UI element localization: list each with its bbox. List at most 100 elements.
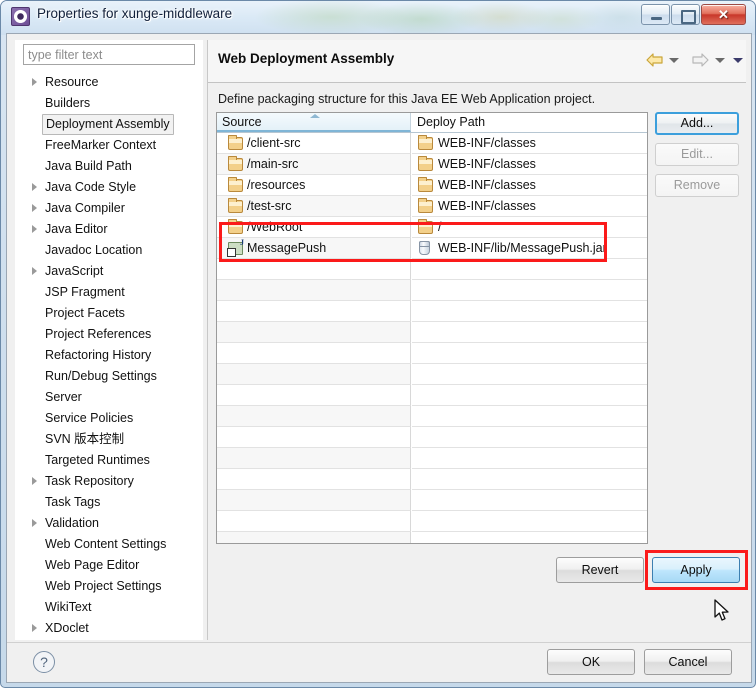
cell-source <box>217 427 411 448</box>
filter-box[interactable] <box>23 44 195 65</box>
table-row-empty[interactable] <box>217 490 647 511</box>
sidebar-item-project-references[interactable]: Project References <box>15 324 203 345</box>
assembly-table[interactable]: Source Deploy Path /client-src WEB-INF/cl… <box>216 112 648 544</box>
expand-chevron-right-icon[interactable] <box>31 198 41 219</box>
view-menu-chevron-down-icon[interactable] <box>732 52 743 68</box>
expand-chevron-right-icon[interactable] <box>31 219 41 240</box>
ok-button[interactable]: OK <box>547 649 635 675</box>
cell-source-label: /main-src <box>247 157 299 171</box>
sidebar-item-java-editor[interactable]: Java Editor <box>15 219 203 240</box>
help-button[interactable]: ? <box>33 651 55 673</box>
table-row[interactable]: /main-src WEB-INF/classes <box>217 154 647 175</box>
sidebar-item-service-policies[interactable]: Service Policies <box>15 408 203 429</box>
sidebar-item-task-tags[interactable]: Task Tags <box>15 492 203 513</box>
expand-chevron-right-icon[interactable] <box>31 618 41 637</box>
sidebar-item-web-project-settings[interactable]: Web Project Settings <box>15 576 203 597</box>
table-row-empty[interactable] <box>217 448 647 469</box>
sidebar-item-label: Refactoring History <box>45 348 152 362</box>
table-row-empty[interactable] <box>217 532 647 543</box>
sidebar-item-java-compiler[interactable]: Java Compiler <box>15 198 203 219</box>
table-row-empty[interactable] <box>217 322 647 343</box>
sidebar-item-javadoc-location[interactable]: Javadoc Location <box>15 240 203 261</box>
sidebar-item-targeted-runtimes[interactable]: Targeted Runtimes <box>15 450 203 471</box>
expand-chevron-right-icon[interactable] <box>31 177 41 198</box>
cell-source <box>217 385 411 406</box>
remove-button: Remove <box>655 174 739 197</box>
settings-tree-list[interactable]: Resource Builders Deployment Assembly FreeM… <box>15 72 203 637</box>
sidebar-item-freemarker-context[interactable]: FreeMarker Context <box>15 135 203 156</box>
maximize-icon <box>672 5 699 24</box>
folder-icon <box>228 198 243 213</box>
search-input[interactable] <box>24 45 194 64</box>
table-row[interactable]: /resources WEB-INF/classes <box>217 175 647 196</box>
sidebar-item-svn-版本控制[interactable]: SVN 版本控制 <box>15 429 203 450</box>
sidebar-item-refactoring-history[interactable]: Refactoring History <box>15 345 203 366</box>
sidebar-item-task-repository[interactable]: Task Repository <box>15 471 203 492</box>
forward-dropdown-chevron-down-icon[interactable] <box>714 52 725 68</box>
cell-source <box>217 343 411 364</box>
sidebar-item-jsp-fragment[interactable]: JSP Fragment <box>15 282 203 303</box>
forward-arrow-icon <box>691 52 710 68</box>
page-header: Web Deployment Assembly <box>208 40 746 83</box>
table-row-empty[interactable] <box>217 343 647 364</box>
expand-chevron-right-icon[interactable] <box>31 513 41 534</box>
cancel-button[interactable]: Cancel <box>644 649 732 675</box>
sidebar-item-server[interactable]: Server <box>15 387 203 408</box>
sidebar-item-xdoclet[interactable]: XDoclet <box>15 618 203 637</box>
sidebar-item-web-content-settings[interactable]: Web Content Settings <box>15 534 203 555</box>
table-row-empty[interactable] <box>217 301 647 322</box>
sidebar-item-label: Builders <box>45 96 91 110</box>
table-row-empty[interactable] <box>217 469 647 490</box>
cell-source <box>217 448 411 469</box>
back-dropdown-chevron-down-icon[interactable] <box>668 52 679 68</box>
expand-chevron-right-icon[interactable] <box>31 261 41 282</box>
sidebar-item-resource[interactable]: Resource <box>15 72 203 93</box>
apply-button[interactable]: Apply <box>652 557 740 583</box>
table-row-empty[interactable] <box>217 427 647 448</box>
cell-deploy-path: WEB-INF/classes <box>412 175 647 196</box>
add-button[interactable]: Add... <box>655 112 739 135</box>
cell-deploy-path <box>412 490 647 511</box>
close-button[interactable]: ✕ <box>701 4 746 25</box>
sidebar-item-label: Resource <box>45 75 99 89</box>
table-row[interactable]: /test-src WEB-INF/classes <box>217 196 647 217</box>
cell-source: /client-src <box>217 133 411 154</box>
cell-source-label: /resources <box>247 178 306 192</box>
cell-deploy-path <box>412 532 647 543</box>
column-header-source[interactable]: Source <box>217 113 411 132</box>
back-arrow-icon[interactable] <box>645 52 664 68</box>
sidebar-item-project-facets[interactable]: Project Facets <box>15 303 203 324</box>
sidebar-item-javascript[interactable]: JavaScript <box>15 261 203 282</box>
table-row[interactable]: /WebRoot / <box>217 217 647 238</box>
minimize-button[interactable] <box>641 4 670 25</box>
table-row-empty[interactable] <box>217 259 647 280</box>
expand-chevron-right-icon[interactable] <box>31 72 41 93</box>
table-row-empty[interactable] <box>217 511 647 532</box>
sidebar-item-java-build-path[interactable]: Java Build Path <box>15 156 203 177</box>
table-row[interactable]: /client-src WEB-INF/classes <box>217 133 647 154</box>
cell-source: MessagePush <box>217 238 411 259</box>
sidebar-item-wikitext[interactable]: WikiText <box>15 597 203 618</box>
revert-button[interactable]: Revert <box>556 557 644 583</box>
sidebar-item-validation[interactable]: Validation <box>15 513 203 534</box>
column-header-deploy-path[interactable]: Deploy Path <box>412 113 647 132</box>
sidebar-item-run-debug-settings[interactable]: Run/Debug Settings <box>15 366 203 387</box>
sidebar-item-label: Web Project Settings <box>45 579 162 593</box>
table-row-empty[interactable] <box>217 385 647 406</box>
cell-source-label: /test-src <box>247 199 292 213</box>
sidebar-item-builders[interactable]: Builders <box>15 93 203 114</box>
sidebar-item-java-code-style[interactable]: Java Code Style <box>15 177 203 198</box>
table-row-empty[interactable] <box>217 406 647 427</box>
expand-chevron-right-icon[interactable] <box>31 471 41 492</box>
maximize-button[interactable] <box>671 4 700 25</box>
cell-deploy-path <box>412 448 647 469</box>
table-row-empty[interactable] <box>217 280 647 301</box>
cell-source <box>217 532 411 543</box>
cell-source <box>217 364 411 385</box>
dialog-client-area: Resource Builders Deployment Assembly FreeM… <box>6 33 752 683</box>
sidebar-item-web-page-editor[interactable]: Web Page Editor <box>15 555 203 576</box>
table-row-empty[interactable] <box>217 364 647 385</box>
table-row[interactable]: MessagePush WEB-INF/lib/MessagePush.jar <box>217 238 647 259</box>
sidebar-item-deployment-assembly[interactable]: Deployment Assembly <box>15 114 203 135</box>
sidebar-item-label: WikiText <box>45 600 92 614</box>
